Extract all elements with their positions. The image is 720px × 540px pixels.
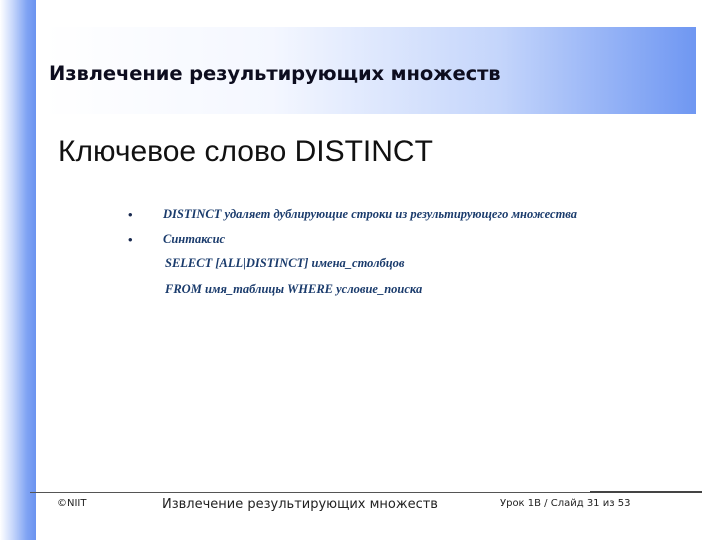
syntax-line-from: FROM имя_таблицы WHERE условие_поиска bbox=[165, 282, 423, 296]
list-item: • Синтаксис bbox=[128, 227, 577, 252]
footer-divider-accent bbox=[590, 491, 702, 493]
bullet-icon: • bbox=[128, 232, 133, 247]
side-gradient-bar bbox=[0, 0, 36, 540]
bullet-text: Синтаксис bbox=[163, 232, 226, 246]
footer-divider bbox=[30, 492, 630, 493]
slide-title: Извлечение результирующих множеств bbox=[49, 62, 501, 85]
bullet-list: • DISTINCT удаляет дублирующие строки из… bbox=[128, 202, 577, 252]
list-item: • DISTINCT удаляет дублирующие строки из… bbox=[128, 202, 577, 227]
bullet-icon: • bbox=[128, 207, 133, 222]
footer-lesson-title: Извлечение результирующих множеств bbox=[162, 497, 438, 512]
syntax-line-select: SELECT [ALL|DISTINCT] имена_столбцов bbox=[165, 256, 405, 270]
footer-copyright: ©NIIT bbox=[57, 498, 87, 509]
slide-subtitle: Ключевое слово DISTINCT bbox=[58, 135, 433, 168]
bullet-text: DISTINCT удаляет дублирующие строки из р… bbox=[163, 207, 578, 221]
footer-slide-number: Урок 1B / Слайд 31 из 53 bbox=[500, 498, 631, 509]
